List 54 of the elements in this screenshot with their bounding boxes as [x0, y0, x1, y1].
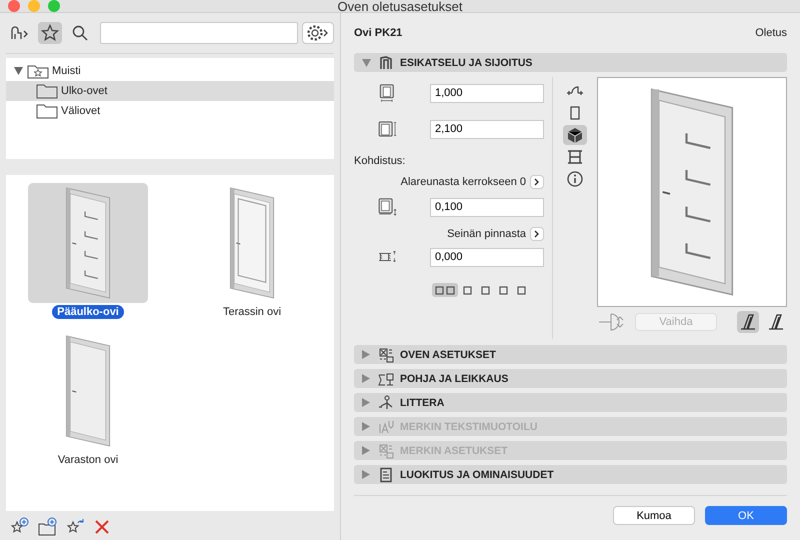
sill-reference-label: Alareunasta kerrokseen 0 — [400, 176, 526, 188]
text-icon — [378, 418, 394, 434]
folder-icon — [36, 83, 58, 99]
width-field[interactable]: 1,000 — [430, 84, 544, 102]
params-icon — [378, 442, 394, 458]
section-header[interactable]: LITTERA — [354, 393, 787, 412]
delete-icon[interactable] — [94, 519, 110, 535]
chevron-button[interactable] — [530, 227, 544, 241]
tag-icon — [378, 394, 394, 410]
info-icon — [566, 171, 584, 187]
folder-icon — [36, 103, 58, 119]
wall-offset-field[interactable]: 0,000 — [430, 248, 544, 266]
height-field[interactable]: 2,100 — [430, 120, 544, 138]
tree-item-label: Muisti — [52, 65, 81, 77]
tree-item-label: Ulko-ovet — [61, 85, 108, 97]
star-folder-icon — [27, 63, 49, 79]
search-field[interactable] — [100, 22, 298, 44]
chevron-icon — [534, 230, 540, 238]
params-icon — [378, 346, 394, 362]
anchor-label: Kohdistus: — [354, 155, 406, 167]
favorite-label: Pääulko-ovi — [52, 305, 124, 319]
cube-icon — [566, 127, 584, 143]
doc-icon — [378, 466, 394, 482]
search-icon[interactable] — [72, 25, 88, 41]
favorite-label: Varaston ovi — [56, 453, 120, 467]
tree-item[interactable]: Ulko-ovet — [6, 81, 334, 101]
cancel-button[interactable]: Kumoa — [613, 506, 695, 525]
sill-height-field[interactable]: 0,100 — [430, 198, 544, 216]
alignment-button[interactable] — [432, 283, 458, 297]
tree-item[interactable]: Väliovet — [6, 101, 334, 121]
section-header[interactable]: LUOKITUS JA OMINAISUUDET — [354, 465, 787, 484]
new-folder-icon[interactable] — [38, 517, 58, 537]
preset-label: Oletus — [755, 27, 787, 39]
chevron-icon — [534, 178, 540, 186]
section-icon — [566, 149, 584, 165]
wall-reference-label: Seinän pinnasta — [447, 228, 526, 240]
tree-item-label: Väliovet — [61, 105, 100, 117]
favorite-thumbnail[interactable] — [28, 183, 148, 303]
chevron-button[interactable] — [530, 175, 544, 189]
preview-icon — [378, 54, 394, 70]
mirror-button[interactable] — [737, 311, 759, 333]
plan-icon — [378, 370, 394, 386]
section-header[interactable]: ESIKATSELU JA SIJOITUS — [354, 53, 787, 72]
ok-button[interactable]: OK — [705, 506, 787, 525]
section-header[interactable]: POHJA JA LEIKKAUS — [354, 369, 787, 388]
object-name: Ovi PK21 — [354, 27, 402, 39]
disclosure-triangle-icon[interactable] — [12, 67, 24, 75]
settings-button[interactable] — [302, 22, 334, 44]
section-header[interactable]: OVEN ASETUKSET — [354, 345, 787, 364]
tree-item[interactable]: Muisti — [6, 61, 334, 81]
window-title: Oven oletusasetukset — [337, 0, 463, 14]
favorites-view-button[interactable] — [38, 22, 62, 44]
model-view-button[interactable] — [563, 125, 587, 145]
favorite-label: Terassin ovi — [222, 305, 282, 319]
